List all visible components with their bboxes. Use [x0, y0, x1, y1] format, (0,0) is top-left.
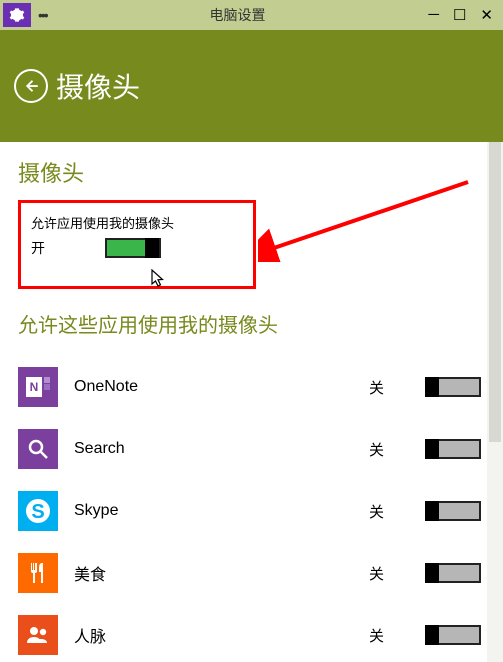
app-list: N OneNote 关 Search 关 S Skype 关	[18, 356, 485, 662]
section-title: 摄像头	[18, 156, 485, 188]
app-state: 关	[369, 563, 409, 584]
master-toggle-label: 允许应用使用我的摄像头	[31, 213, 243, 232]
skype-icon: S	[18, 491, 58, 531]
window-controls: ─ ☐ ✕	[428, 6, 503, 24]
maximize-button[interactable]: ☐	[453, 6, 466, 24]
app-row-food: 美食 关	[18, 542, 485, 604]
menu-dots[interactable]: •••	[38, 7, 47, 23]
svg-text:S: S	[31, 501, 44, 523]
app-state: 关	[369, 625, 409, 646]
titlebar: ••• 电脑设置 ─ ☐ ✕	[0, 0, 503, 30]
app-toggle-search[interactable]	[425, 439, 481, 459]
app-state: 关	[369, 501, 409, 522]
app-state: 关	[369, 377, 409, 398]
gear-icon	[9, 7, 25, 23]
app-state: 关	[369, 439, 409, 460]
onenote-icon: N	[18, 367, 58, 407]
back-arrow-icon	[22, 77, 40, 95]
app-toggle-people[interactable]	[425, 625, 481, 645]
app-row-onenote: N OneNote 关	[18, 356, 485, 418]
close-button[interactable]: ✕	[480, 6, 493, 24]
page-title: 摄像头	[56, 66, 140, 106]
master-toggle-block: 允许应用使用我的摄像头 开	[18, 200, 256, 289]
app-icon	[3, 3, 31, 27]
app-row-skype: S Skype 关	[18, 480, 485, 542]
app-toggle-onenote[interactable]	[425, 377, 481, 397]
svg-text:N: N	[30, 380, 39, 394]
app-row-people: 人脉 关	[18, 604, 485, 662]
back-button[interactable]	[14, 69, 48, 103]
app-toggle-food[interactable]	[425, 563, 481, 583]
page-header: 摄像头	[0, 30, 503, 142]
cursor-icon	[151, 269, 167, 294]
master-toggle-state: 开	[31, 238, 45, 258]
content-area: 摄像头 允许应用使用我的摄像头 开 允许这些应用使用我的摄像头 N OneNot…	[0, 142, 503, 662]
apps-heading: 允许这些应用使用我的摄像头	[18, 309, 485, 338]
master-toggle[interactable]	[105, 238, 161, 258]
window-title: 电脑设置	[47, 5, 429, 25]
app-name: 美食	[74, 561, 353, 585]
app-name: OneNote	[74, 378, 353, 396]
app-name: 人脉	[74, 623, 353, 647]
food-icon	[18, 553, 58, 593]
app-name: Skype	[74, 502, 353, 520]
app-row-search: Search 关	[18, 418, 485, 480]
search-icon	[18, 429, 58, 469]
minimize-button[interactable]: ─	[428, 6, 439, 24]
app-name: Search	[74, 440, 353, 458]
people-icon	[18, 615, 58, 655]
app-toggle-skype[interactable]	[425, 501, 481, 521]
